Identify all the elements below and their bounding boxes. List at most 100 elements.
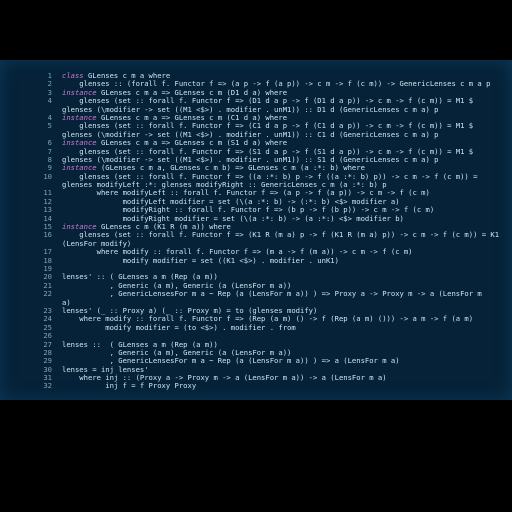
code-line[interactable]: 22 , GenericLensesFor m a ~ Rep (a (Lens… [6, 289, 508, 298]
line-text: where modify :: forall f. Functor f => (… [62, 248, 508, 256]
keyword: instance [62, 223, 97, 232]
line-text: where modify :: forall f. Functor f => (… [62, 315, 508, 323]
line-number: 1 [47, 71, 52, 80]
code-text: lenses :: ( GLenses a m (Rep (a m)) [62, 340, 218, 349]
line-number: 28 [43, 347, 52, 357]
code-text: inj f = f Proxy Proxy [62, 382, 197, 391]
line-number [6, 240, 62, 248]
line-text: class GLenses c m a where [62, 72, 508, 80]
keyword: instance [62, 139, 97, 148]
code-line[interactable]: 7 glenses (set :: forall f. Functor f =>… [6, 146, 508, 156]
line-text: modifyRight :: forall f. Functor f => (b… [62, 206, 508, 214]
code-text: glenses (\modifier -> set ((M1 <$>) . mo… [62, 155, 439, 164]
code-line[interactable]: 12 modifyLeft modifier = set (\(a :*: b)… [6, 197, 508, 206]
code-line[interactable]: 19 [6, 264, 508, 273]
line-number: 3 [47, 87, 52, 97]
code-line[interactable]: 10 glenses (set :: forall f. Functor f =… [6, 172, 508, 181]
code-text: lenses' (_ :: Proxy a) (_ :: Proxy m) = … [62, 306, 318, 315]
code-line[interactable]: 3 instance GLenses c m a => GLenses c m (… [6, 87, 508, 97]
code-line[interactable]: 15 instance GLenses c m (K1 R (m a)) wher… [6, 222, 508, 232]
line-number: 21 [43, 280, 52, 290]
code-line[interactable]: 16 glenses (set :: forall f. Functor f =… [6, 231, 508, 240]
code-line[interactable]: 1 class GLenses c m a where [6, 71, 508, 80]
line-number: 2 [47, 79, 52, 89]
code-text: modifyRight :: forall f. Functor f => (b… [62, 206, 435, 215]
code-text: modify modifier = set ((K1 <$>) . modifi… [62, 256, 339, 265]
code-line[interactable]: 27 lenses :: ( GLenses a m (Rep (a m)) [6, 339, 508, 349]
line-number: 6 [47, 138, 52, 148]
line-number: 13 [43, 205, 52, 215]
code-line[interactable]: glenses (\modifier -> set ((M1 <$>) . mo… [6, 131, 508, 139]
line-text: glenses (\modifier -> set ((M1 <$>) . mo… [62, 156, 508, 164]
code-line[interactable]: glenses modifyLeft :*: glenses modifyRig… [6, 181, 508, 189]
line-text: , Generic (a m), Generic (a (LensFor m a… [62, 349, 508, 357]
line-number: 20 [43, 272, 52, 282]
line-text: instance (GLenses c m a, GLenses c m b) … [62, 164, 508, 172]
code-line[interactable]: 29 , GenericLensesFor m a ~ Rep (a (Lens… [6, 356, 508, 366]
code-area[interactable]: 1 class GLenses c m a where 2 glenses :: (… [6, 71, 508, 391]
code-line[interactable]: 5 glenses (set :: forall f. Functor f =>… [6, 121, 508, 130]
code-line[interactable]: 13 modifyRight :: forall f. Functor f =>… [6, 205, 508, 215]
line-text: where modifyLeft :: forall f. Functor f … [62, 189, 508, 197]
code-line[interactable]: 2 glenses :: (forall f. Functor f => (a … [6, 79, 508, 89]
line-text: lenses' :: ( GLenses a m (Rep (a m)) [62, 273, 508, 281]
code-text: , GenericLensesFor m a ~ Rep (a (LensFor… [62, 357, 400, 366]
code-line[interactable]: 6 instance GLenses c m a => GLenses c m (… [6, 138, 508, 148]
code-text: modifyLeft modifier = set (\(a :*: b) ->… [62, 197, 400, 206]
line-number: 4 [47, 96, 52, 106]
code-line[interactable]: 31 where inj :: (Proxy a -> Proxy m -> a… [6, 373, 508, 382]
line-number: 9 [47, 163, 52, 173]
keyword: instance [62, 113, 97, 122]
line-number [6, 181, 62, 189]
code-line[interactable]: 9 instance (GLenses c m a, GLenses c m b)… [6, 163, 508, 173]
line-text: glenses (\modifier -> set ((M1 <$>) . mo… [62, 106, 508, 114]
line-number: 27 [43, 339, 52, 349]
line-number: 17 [43, 247, 52, 257]
line-text [62, 265, 508, 273]
line-text: glenses (set :: forall f. Functor f => (… [62, 148, 508, 156]
code-line[interactable]: 30 lenses = inj lenses' [6, 365, 508, 374]
line-number: 4 [47, 112, 52, 122]
code-line[interactable]: 11 where modifyLeft :: forall f. Functor… [6, 189, 508, 198]
line-text: glenses :: (forall f. Functor f => (a p … [62, 80, 508, 88]
code-line[interactable]: 28 , Generic (a m), Generic (a (LensFor … [6, 347, 508, 357]
code-text: modifyRight modifier = set (\(a :*: b) -… [62, 214, 404, 223]
code-line[interactable]: 4 glenses (set :: forall f. Functor f =>… [6, 96, 508, 106]
code-line[interactable]: 14 modifyRight modifier = set (\(a :*: b… [6, 214, 508, 223]
line-text: glenses (set :: forall f. Functor f => (… [62, 122, 508, 130]
line-text: instance GLenses c m (K1 R (m a)) where [62, 223, 508, 231]
line-text: glenses (set :: forall f. Functor f => (… [62, 173, 508, 181]
code-text: glenses (\modifier -> set ((M1 <$>) . mo… [62, 130, 439, 139]
code-text: (LensFor modify) [62, 239, 132, 248]
code-text: GLenses c m a => GLenses c m (C1 d a) wh… [96, 113, 288, 122]
code-line[interactable]: 4 instance GLenses c m a => GLenses c m (… [6, 112, 508, 122]
code-line[interactable]: (LensFor modify) [6, 240, 508, 248]
code-line[interactable]: 25 modify modifier = (to <$>) . modifier… [6, 323, 508, 332]
line-text: where inj :: (Proxy a -> Proxy m -> a (L… [62, 374, 508, 382]
line-text: instance GLenses c m a => GLenses c m (S… [62, 139, 508, 147]
line-text [62, 332, 508, 340]
line-number [6, 299, 62, 307]
code-text: glenses (\modifier -> set ((M1 <$>) . mo… [62, 105, 439, 114]
line-text: inj f = f Proxy Proxy [62, 382, 508, 390]
line-number [6, 106, 62, 114]
code-line[interactable]: 32 inj f = f Proxy Proxy [6, 382, 508, 391]
line-number: 7 [47, 146, 52, 156]
line-text: modifyLeft modifier = set (\(a :*: b) ->… [62, 198, 508, 206]
line-text: modify modifier = (to <$>) . modifier . … [62, 324, 508, 332]
code-line[interactable]: a) [6, 299, 508, 307]
code-line[interactable]: 8 glenses (\modifier -> set ((M1 <$>) . m… [6, 155, 508, 164]
code-line[interactable]: 18 modify modifier = set ((K1 <$>) . mod… [6, 256, 508, 265]
line-number: 15 [43, 222, 52, 232]
line-text: modifyRight modifier = set (\(a :*: b) -… [62, 215, 508, 223]
code-line[interactable]: 21 , Generic (a m), Generic (a (LensFor … [6, 280, 508, 290]
code-editor[interactable]: 1 class GLenses c m a where 2 glenses :: (… [0, 60, 512, 400]
code-line[interactable]: glenses (\modifier -> set ((M1 <$>) . mo… [6, 106, 508, 114]
code-line[interactable]: 17 where modify :: forall f. Functor f =… [6, 247, 508, 257]
code-line[interactable]: 20 lenses' :: ( GLenses a m (Rep (a m)) [6, 272, 508, 282]
code-line[interactable]: 26 [6, 331, 508, 340]
code-text: where modify :: forall f. Functor f => (… [62, 315, 474, 324]
code-text: GLenses c m a => GLenses c m (D1 d a) wh… [96, 88, 288, 97]
code-line[interactable]: 24 where modify :: forall f. Functor f =… [6, 314, 508, 323]
code-line[interactable]: 23 lenses' (_ :: Proxy a) (_ :: Proxy m) … [6, 306, 508, 315]
